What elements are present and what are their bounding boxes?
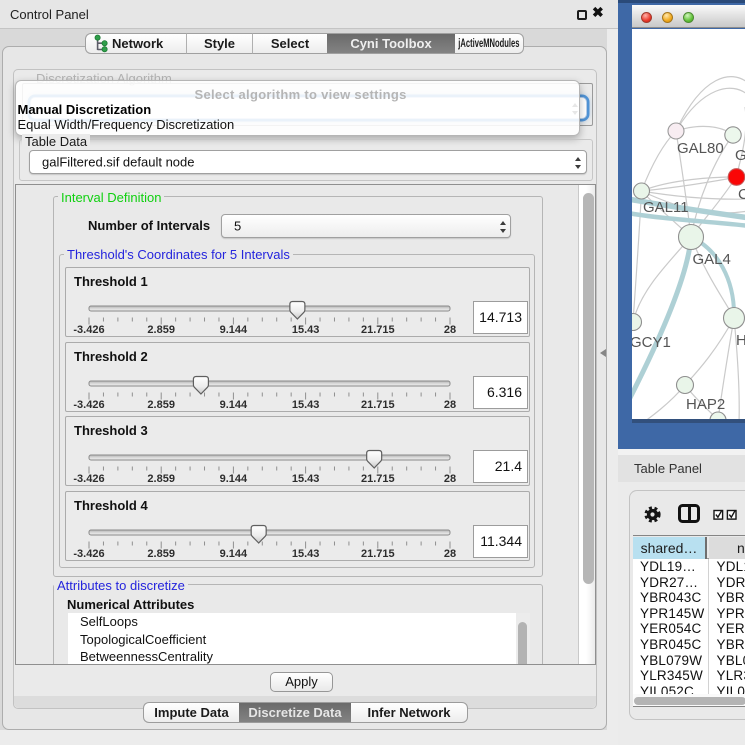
svg-text:HAP2: HAP2: [686, 396, 725, 413]
svg-text:C: C: [738, 186, 745, 203]
svg-text:-3.426: -3.426: [73, 399, 104, 411]
svg-text:GAL11: GAL11: [643, 199, 689, 216]
svg-text:28: 28: [444, 473, 456, 485]
svg-text:GAL4: GAL4: [693, 251, 731, 268]
svg-text:15.43: 15.43: [292, 324, 320, 336]
svg-text:15.43: 15.43: [292, 399, 320, 411]
svg-text:-3.426: -3.426: [73, 473, 104, 485]
svg-text:28: 28: [444, 548, 456, 560]
svg-text:2.859: 2.859: [147, 399, 175, 411]
svg-text:21.715: 21.715: [361, 548, 395, 560]
svg-text:28: 28: [444, 399, 456, 411]
svg-text:15.43: 15.43: [292, 473, 320, 485]
svg-text:GA: GA: [735, 147, 745, 164]
svg-text:15.43: 15.43: [292, 548, 320, 560]
svg-text:H: H: [736, 332, 745, 349]
svg-text:21.715: 21.715: [361, 473, 395, 485]
svg-text:9.144: 9.144: [220, 399, 248, 411]
svg-text:GCY1: GCY1: [632, 334, 671, 351]
svg-text:21.715: 21.715: [361, 399, 395, 411]
svg-text:9.144: 9.144: [220, 548, 248, 560]
svg-text:2.859: 2.859: [147, 548, 175, 560]
svg-text:-3.426: -3.426: [73, 324, 104, 336]
svg-text:28: 28: [444, 324, 456, 336]
svg-text:9.144: 9.144: [220, 324, 248, 336]
svg-text:21.715: 21.715: [361, 324, 395, 336]
svg-text:9.144: 9.144: [220, 473, 248, 485]
svg-text:-3.426: -3.426: [73, 548, 104, 560]
svg-text:GAL80: GAL80: [677, 140, 724, 157]
svg-text:2.859: 2.859: [147, 473, 175, 485]
svg-text:2.859: 2.859: [147, 324, 175, 336]
